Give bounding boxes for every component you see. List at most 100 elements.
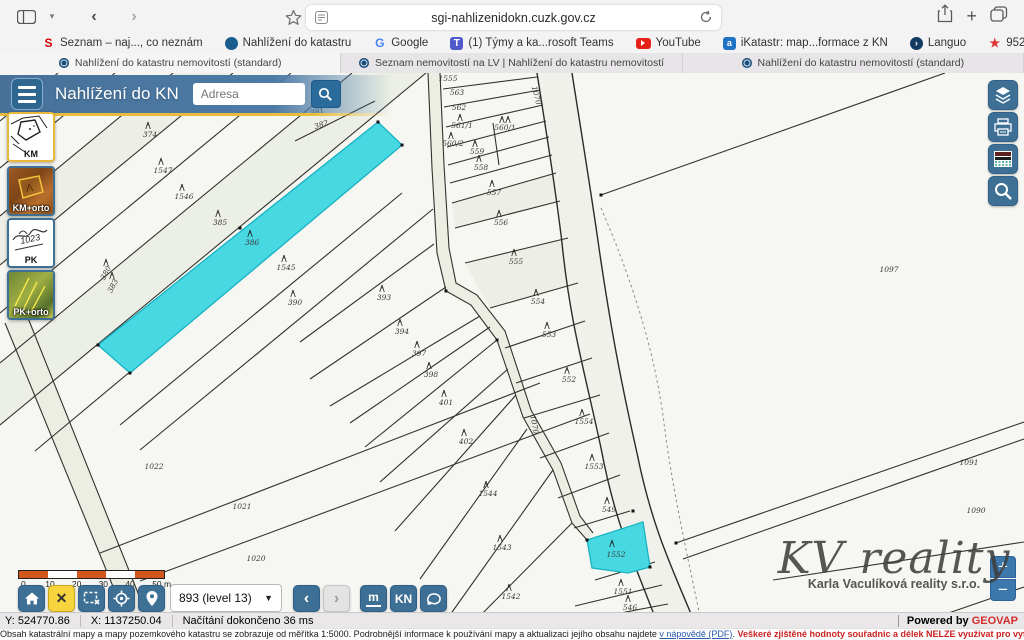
sidebar-icon[interactable] — [14, 5, 38, 29]
close-button[interactable]: ✕ — [48, 585, 75, 612]
layer-label: PK+orto — [9, 307, 53, 317]
app-header: Nahlížení do KN — [0, 75, 392, 113]
tree-symbol — [498, 535, 503, 542]
search-tool-button[interactable] — [988, 176, 1018, 206]
address-bar[interactable]: sgi-nahlizenidokn.cuzk.gov.cz — [305, 4, 722, 31]
tab-3[interactable]: Nahlížení do katastru nemovitostí (stand… — [683, 53, 1024, 73]
map-viewport[interactable]: 1548374154715463853861545380383381382390… — [0, 73, 1024, 628]
cadastral-map[interactable]: 1548374154715463853861545380383381382390… — [0, 73, 1024, 628]
bookmark-google[interactable]: GGoogle — [373, 37, 428, 50]
coord-x: X: 1137250.04 — [81, 615, 173, 627]
tree-symbol — [458, 114, 463, 121]
tree-symbol — [462, 429, 467, 436]
bookmark-youtube[interactable]: YouTube — [636, 37, 701, 49]
bookmark-ikatastr[interactable]: aiKatastr: map...formace z KN — [723, 37, 888, 50]
tab-2[interactable]: Seznam nemovitostí na LV | Nahlížení do … — [341, 53, 682, 73]
tree-symbol — [506, 116, 511, 123]
parcel-label: 1554 — [574, 417, 593, 426]
home-button[interactable] — [18, 585, 45, 612]
parcel-label: 558 — [474, 163, 489, 172]
forward-button[interactable]: › — [122, 5, 146, 29]
tab-favicon — [742, 58, 752, 68]
parcel-label: 390 — [288, 298, 303, 307]
new-tab-icon[interactable]: + — [966, 6, 977, 27]
star-icon: ★ — [988, 37, 1001, 50]
tree-symbol — [159, 158, 164, 165]
pin-button[interactable] — [138, 585, 165, 612]
kn-info-button[interactable]: KN — [390, 585, 417, 612]
share-icon[interactable] — [937, 4, 953, 28]
tab-1[interactable]: Nahlížení do katastru nemovitostí (stand… — [0, 53, 341, 73]
safari-window: ▾ ‹ › sgi-nahlizenidokn.cuzk.gov.cz + — [0, 0, 1024, 640]
cuzk-globe-icon — [225, 37, 238, 50]
languo-icon: › — [910, 37, 923, 50]
parcel-label: 374 — [143, 130, 158, 139]
youtube-icon — [636, 38, 651, 49]
google-icon: G — [373, 37, 386, 50]
layer-button-km[interactable]: KM — [7, 112, 55, 162]
bookmark-star-icon[interactable] — [281, 5, 305, 29]
tree-symbol — [580, 409, 585, 416]
select-area-icon — [83, 591, 100, 606]
bookmark-label: Languo — [928, 37, 966, 49]
polygon-icon — [425, 591, 442, 606]
help-pdf-link[interactable]: v nápovědě (PDF) — [659, 629, 732, 639]
tree-symbol — [282, 255, 287, 262]
tree-symbol — [500, 116, 505, 123]
zoom-level-value: 893 (level 13) — [179, 591, 252, 605]
parcel-label: 1555 — [438, 74, 457, 83]
legend-tool-button[interactable] — [988, 144, 1018, 174]
reload-icon[interactable] — [699, 10, 713, 27]
reader-icon — [315, 11, 328, 27]
tree-symbol — [565, 367, 570, 374]
zoom-in-button[interactable]: + — [990, 556, 1016, 578]
layer-button-pk[interactable]: 1023 PK — [7, 218, 55, 268]
bookmark-label: Nahlížení do katastru — [243, 37, 352, 49]
parcel-label: 1097 — [879, 265, 898, 274]
chevron-down-icon[interactable]: ▾ — [40, 5, 64, 29]
tree-symbol — [291, 290, 296, 297]
tab-overview-icon[interactable] — [990, 6, 1008, 27]
geovap-link[interactable]: GEOVAP — [972, 615, 1018, 627]
layers-tool-button[interactable] — [988, 80, 1018, 110]
zoom-level-select[interactable]: 893 (level 13) ▼ — [170, 584, 282, 612]
measure-button[interactable]: m — [360, 585, 387, 612]
tree-symbol — [380, 285, 385, 292]
bookmark-label: YouTube — [656, 37, 701, 49]
draw-polygon-button[interactable] — [420, 585, 447, 612]
print-tool-button[interactable] — [988, 112, 1018, 142]
app-title: Nahlížení do KN — [55, 84, 179, 104]
bookmark-seznam[interactable]: SSeznam – naj..., co neznám — [42, 37, 203, 50]
history-forward-button[interactable]: › — [323, 585, 350, 612]
powered-by: Powered by GEOVAP — [898, 615, 1024, 627]
locate-button[interactable] — [108, 585, 135, 612]
parcel-labels: 1548374154715463853861545380383381382390… — [93, 74, 985, 612]
target-icon — [113, 590, 130, 607]
back-button[interactable]: ‹ — [82, 5, 106, 29]
tree-symbol — [590, 454, 595, 461]
history-back-button[interactable]: ‹ — [293, 585, 320, 612]
search-button[interactable] — [311, 80, 341, 108]
zoom-extent-button[interactable] — [78, 585, 105, 612]
svg-text:1023: 1023 — [19, 232, 41, 246]
layer-button-pk-orto[interactable]: PK+orto — [7, 270, 55, 320]
bookmark-label: Seznam – naj..., co neznám — [60, 37, 203, 49]
bookmark-teams[interactable]: T(1) Týmy a ka...rosoft Teams — [450, 37, 613, 50]
bookmark-languo[interactable]: › Languo — [910, 37, 966, 50]
layer-label: KM — [9, 149, 53, 159]
status-bar: Y: 524770.86 X: 1137250.04 Načítání doko… — [0, 612, 1024, 628]
bookmark-katastr[interactable]: Nahlížení do katastru — [225, 37, 352, 50]
layer-button-km-orto[interactable]: KM+orto — [7, 166, 55, 216]
address-search-input[interactable] — [193, 83, 305, 105]
bookmark-9522182[interactable]: ★9522182 — [988, 37, 1024, 50]
parcel-label: 394 — [395, 327, 410, 336]
parcel-label: 563 — [450, 88, 465, 97]
tree-symbol — [442, 390, 447, 397]
parcel-label: 557 — [487, 188, 502, 197]
parcel-label: 553 — [542, 330, 557, 339]
highlighted-parcel-1552[interactable] — [587, 522, 650, 573]
tree-symbol — [449, 132, 454, 139]
home-icon — [24, 591, 40, 606]
menu-button[interactable] — [11, 78, 43, 110]
bookmarks-bar: SSeznam – naj..., co neznám Nahlížení do… — [0, 33, 1024, 53]
